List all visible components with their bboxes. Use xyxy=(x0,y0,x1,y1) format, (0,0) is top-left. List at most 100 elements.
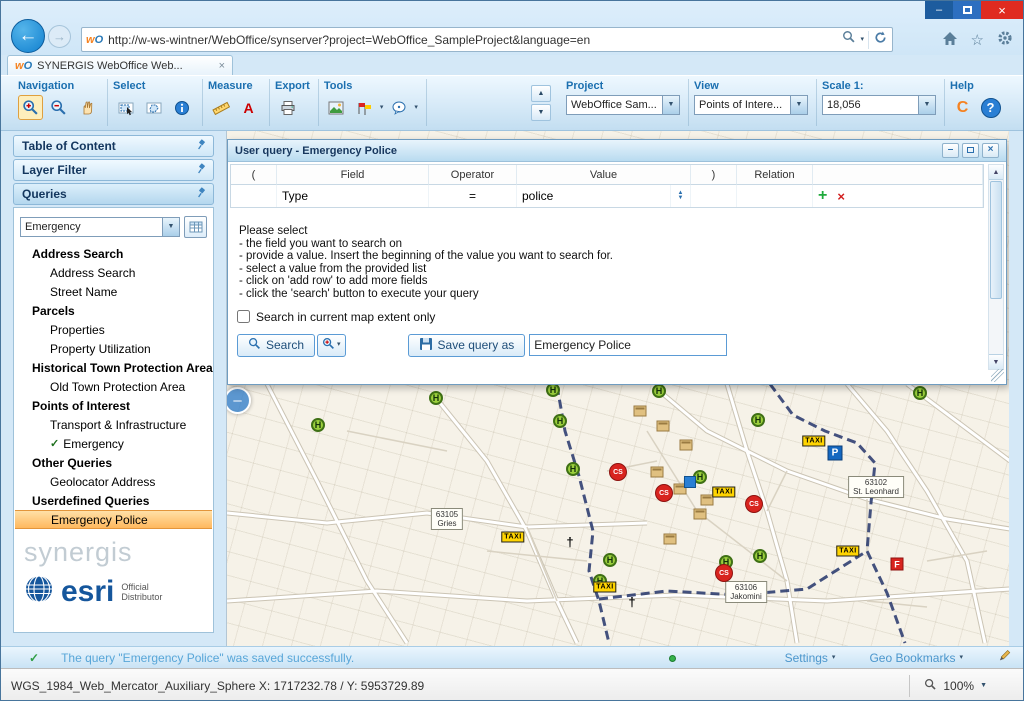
flags-caret-icon[interactable]: ▾ xyxy=(380,104,384,112)
view-dropdown-button[interactable]: ▼ xyxy=(790,95,808,115)
scrollbar-thumb[interactable] xyxy=(990,181,1002,299)
browser-back-button[interactable]: ← xyxy=(11,19,45,53)
museum-marker xyxy=(634,406,647,417)
print-button[interactable] xyxy=(275,95,300,120)
identify-info-button[interactable] xyxy=(169,95,194,120)
favorites-star-icon[interactable]: ☆ xyxy=(971,33,984,48)
edit-pencil-icon[interactable] xyxy=(997,649,1011,666)
scrollbar-up-icon[interactable]: ▲ xyxy=(989,165,1003,180)
view-dropdown[interactable]: Points of Intere... ▼ xyxy=(694,95,808,115)
map-canvas[interactable]: HHHHHHHHHHHHHTAXITAXITAXITAXITAXICSCSCSC… xyxy=(226,131,1009,646)
panel-header-table-of-content[interactable]: Table of Content xyxy=(13,135,214,157)
tree-item[interactable]: Property Utilization xyxy=(14,339,213,358)
search-icon xyxy=(248,337,261,353)
tree-group[interactable]: Historical Town Protection Area xyxy=(14,358,213,377)
panel-header-queries[interactable]: Queries xyxy=(13,183,214,205)
browser-forward-button[interactable]: → xyxy=(48,25,71,48)
row-relation-cell[interactable] xyxy=(737,185,813,207)
browser-zoom-control[interactable]: 100% ▼ xyxy=(909,675,987,697)
esri-globe-icon xyxy=(24,574,54,609)
home-icon[interactable] xyxy=(942,31,958,51)
pin-icon[interactable] xyxy=(196,187,207,202)
tree-group[interactable]: Points of Interest xyxy=(14,396,213,415)
save-query-as-button[interactable]: Save query as xyxy=(408,334,526,357)
settings-menu[interactable]: Settings▾ xyxy=(785,651,836,665)
select-rectangle-button[interactable] xyxy=(113,95,138,120)
pan-hand-button[interactable] xyxy=(74,95,99,120)
tree-item[interactable]: Properties xyxy=(14,320,213,339)
tree-group[interactable]: Userdefined Queries xyxy=(14,491,213,510)
query-category-dropdown[interactable]: Emergency ▼ xyxy=(20,217,180,237)
tree-item[interactable]: Geolocator Address xyxy=(14,472,213,491)
window-maximize-button[interactable] xyxy=(953,1,981,19)
panel-header-layer-filter[interactable]: Layer Filter xyxy=(13,159,214,181)
scale-control[interactable]: ▼ xyxy=(822,95,936,115)
tree-item[interactable]: Emergency Police xyxy=(15,510,212,529)
contact-button[interactable]: C xyxy=(950,95,975,120)
url-input[interactable] xyxy=(108,33,837,47)
tree-item[interactable]: ✓Emergency xyxy=(14,434,213,453)
sidebar: Table of Content Layer Filter Queries Em… xyxy=(13,135,214,633)
project-dropdown[interactable]: WebOffice Sam... ▼ xyxy=(566,95,680,115)
search-caret-icon[interactable]: ▾ xyxy=(860,36,864,44)
dialog-maximize-button[interactable] xyxy=(962,143,979,158)
browser-tab[interactable]: wO SYNERGIS WebOffice Web... × xyxy=(7,55,233,75)
tree-item[interactable]: Old Town Protection Area xyxy=(14,377,213,396)
tree-group[interactable]: Other Queries xyxy=(14,453,213,472)
address-bar[interactable]: wO ▾ xyxy=(81,27,893,52)
select-polygon-button[interactable] xyxy=(141,95,166,120)
scale-input[interactable] xyxy=(822,95,918,115)
sort-values-icon[interactable]: ▲▼ xyxy=(678,191,684,201)
tree-group[interactable]: Address Search xyxy=(14,244,213,263)
caret-down-icon: ▾ xyxy=(832,654,836,662)
add-row-icon[interactable]: + xyxy=(818,189,827,203)
remove-row-icon[interactable]: × xyxy=(837,189,845,204)
geo-bookmarks-menu[interactable]: Geo Bookmarks▾ xyxy=(869,651,963,665)
row-open-paren-cell[interactable] xyxy=(231,185,277,207)
scale-dropdown-button[interactable]: ▼ xyxy=(918,95,936,115)
query-category-dropdown-button[interactable]: ▼ xyxy=(162,217,180,237)
export-image-button[interactable] xyxy=(324,95,349,120)
annotate-text-button[interactable]: A xyxy=(236,95,261,120)
settings-gear-icon[interactable] xyxy=(997,30,1013,51)
row-close-paren-cell[interactable] xyxy=(691,185,737,207)
scroll-down-button[interactable]: ▼ xyxy=(531,104,551,121)
dialog-scrollbar[interactable]: ▲ ▼ xyxy=(988,164,1004,370)
zoom-in-button[interactable] xyxy=(18,95,43,120)
search-icon[interactable] xyxy=(842,30,856,49)
dialog-titlebar[interactable]: User query - Emergency Police – × xyxy=(228,140,1006,162)
dialog-resize-grip[interactable] xyxy=(991,369,1004,382)
zoom-caret-icon[interactable]: ▼ xyxy=(980,682,987,690)
dialog-close-button[interactable]: × xyxy=(982,143,999,158)
saved-search-dropdown-button[interactable]: ▾ xyxy=(317,334,346,357)
window-minimize-button[interactable]: – xyxy=(925,1,953,19)
project-dropdown-button[interactable]: ▼ xyxy=(662,95,680,115)
row-value-cell[interactable]: police xyxy=(517,185,671,207)
pin-icon[interactable] xyxy=(196,163,207,178)
zoom-out-button[interactable] xyxy=(46,95,71,120)
scrollbar-down-icon[interactable]: ▼ xyxy=(989,354,1003,369)
tree-item[interactable]: Street Name xyxy=(14,282,213,301)
toolbar-group-measure: Measure A xyxy=(203,79,270,126)
scroll-up-button[interactable]: ▲ xyxy=(531,85,551,102)
save-query-name-input[interactable] xyxy=(529,334,727,356)
maptip-balloon-button[interactable] xyxy=(386,95,411,120)
map-extent-checkbox[interactable] xyxy=(237,310,250,323)
help-button[interactable]: ? xyxy=(978,95,1003,120)
tree-item[interactable]: Transport & Infrastructure xyxy=(14,415,213,434)
window-close-button[interactable]: × xyxy=(981,1,1023,19)
measure-ruler-button[interactable] xyxy=(208,95,233,120)
tab-close-icon[interactable]: × xyxy=(219,60,225,72)
refresh-icon[interactable] xyxy=(873,30,888,50)
flags-tool-button[interactable] xyxy=(352,95,377,120)
pin-icon[interactable] xyxy=(196,139,207,154)
manage-queries-button[interactable] xyxy=(184,216,207,238)
maptip-caret-icon[interactable]: ▾ xyxy=(414,104,418,112)
tree-group[interactable]: Parcels xyxy=(14,301,213,320)
search-button[interactable]: Search xyxy=(237,334,315,357)
row-field-cell[interactable]: Type xyxy=(277,185,429,207)
row-operator-cell[interactable]: = xyxy=(429,185,517,207)
row-sort-cell[interactable]: ▲▼ xyxy=(671,185,691,207)
tree-item[interactable]: Address Search xyxy=(14,263,213,282)
dialog-minimize-button[interactable]: – xyxy=(942,143,959,158)
